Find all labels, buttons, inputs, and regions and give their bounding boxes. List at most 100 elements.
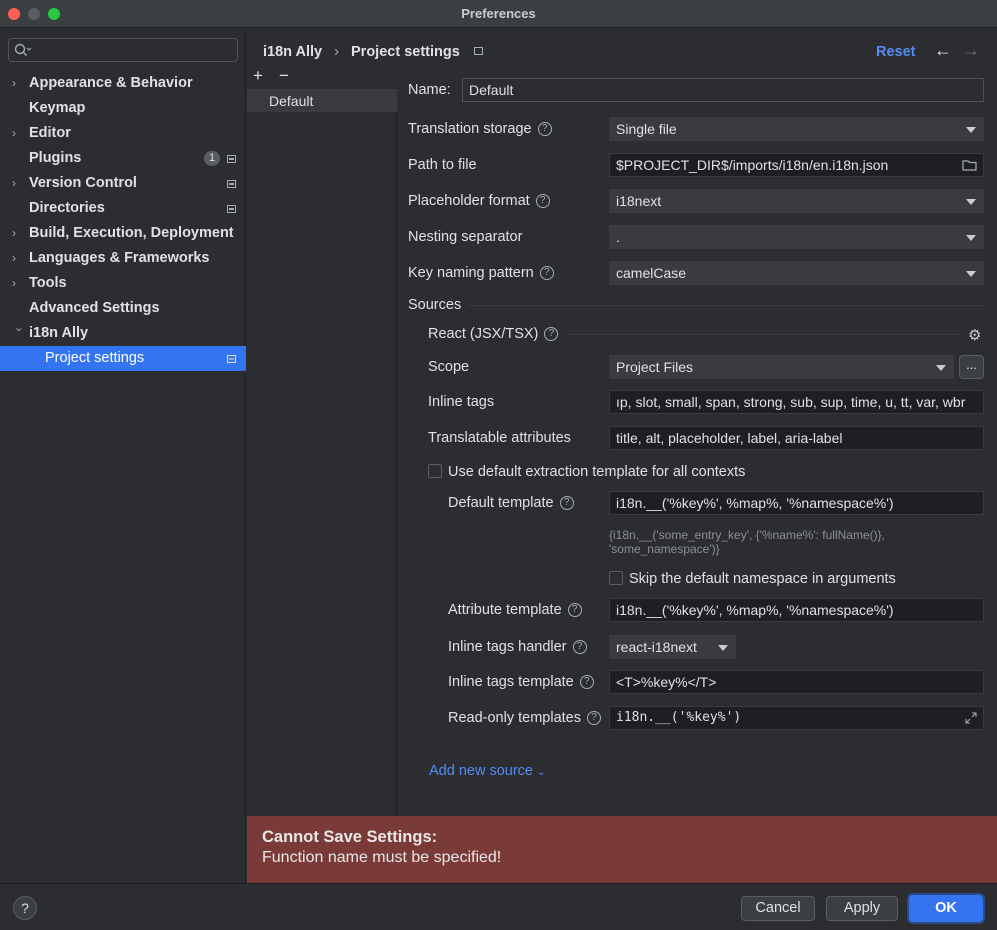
profiles-list xyxy=(247,88,397,816)
nesting-separator-label: Nesting separator xyxy=(408,229,523,245)
sidebar-item-label: Plugins xyxy=(29,150,82,166)
expand-icon[interactable] xyxy=(965,712,977,724)
sidebar-item-keymap[interactable]: Keymap xyxy=(0,96,246,121)
remove-profile-button[interactable]: − xyxy=(279,66,289,86)
chevron-down-icon: › xyxy=(12,327,27,332)
sidebar-item-version-control[interactable]: › Version Control xyxy=(0,171,246,196)
react-source-label: React (JSX/TSX)? xyxy=(428,326,559,342)
sidebar-item-directories[interactable]: Directories xyxy=(0,196,246,221)
footer: ? Cancel Apply OK xyxy=(0,883,997,930)
cancel-button[interactable]: Cancel xyxy=(741,896,815,921)
gear-icon[interactable]: ⚙ xyxy=(968,326,981,344)
scope-select[interactable]: Project Files xyxy=(609,355,954,379)
chevron-down-icon xyxy=(966,199,976,205)
sidebar-item-label: i18n Ally xyxy=(29,325,89,341)
breadcrumb-root: i18n Ally xyxy=(263,44,323,60)
key-naming-value: camelCase xyxy=(616,265,687,281)
sidebar-item-project-settings[interactable]: Project settings xyxy=(0,346,246,371)
sidebar-item-advanced[interactable]: Advanced Settings xyxy=(0,296,246,321)
sidebar-item-label: Keymap xyxy=(29,100,86,116)
placeholder-format-value: i18next xyxy=(616,193,662,209)
readonly-templates-field[interactable]: i18n.__('%key%') xyxy=(609,706,984,730)
help-icon[interactable]: ? xyxy=(567,603,582,618)
attribute-template-field[interactable]: i18n.__('%key%', %map%, '%namespace%') xyxy=(609,598,984,622)
name-field[interactable]: Default xyxy=(462,78,984,102)
project-level-icon xyxy=(227,155,236,163)
chevron-down-icon xyxy=(718,645,728,651)
help-icon[interactable]: ? xyxy=(579,675,594,690)
use-default-template-checkbox[interactable] xyxy=(428,464,442,478)
project-level-icon xyxy=(227,355,236,363)
key-naming-select[interactable]: camelCase xyxy=(609,261,984,285)
sidebar-item-label: Editor xyxy=(29,125,71,141)
help-icon[interactable]: ? xyxy=(544,327,559,342)
sources-divider xyxy=(468,305,984,306)
error-banner: Cannot Save Settings: Function name must… xyxy=(247,816,997,883)
reset-link[interactable]: Reset xyxy=(876,44,916,60)
skip-namespace-checkbox[interactable] xyxy=(609,571,623,585)
translation-storage-select[interactable]: Single file xyxy=(609,117,984,141)
folder-icon[interactable] xyxy=(962,159,977,171)
placeholder-format-select[interactable]: i18next xyxy=(609,189,984,213)
chevron-right-icon: › xyxy=(12,176,16,190)
attribute-template-label: Attribute template? xyxy=(448,602,582,618)
sidebar-item-i18n-ally[interactable]: › i18n Ally xyxy=(0,321,246,346)
sidebar-item-editor[interactable]: › Editor xyxy=(0,121,246,146)
inline-tags-field[interactable]: ıp, slot, small, span, strong, sub, sup,… xyxy=(609,390,984,414)
breadcrumb-current: Project settings xyxy=(351,44,460,60)
help-button[interactable]: ? xyxy=(13,896,37,920)
chevron-right-icon: › xyxy=(12,76,16,90)
error-title: Cannot Save Settings: xyxy=(262,828,438,846)
skip-namespace-label: Skip the default namespace in arguments xyxy=(629,571,896,587)
scope-more-button[interactable]: ... xyxy=(959,355,984,379)
translatable-attributes-field[interactable]: title, alt, placeholder, label, aria-lab… xyxy=(609,426,984,450)
arrow-left-icon[interactable]: ← xyxy=(934,40,952,61)
sidebar-item-label: Advanced Settings xyxy=(29,300,160,316)
sidebar-item-appearance[interactable]: › Appearance & Behavior xyxy=(0,71,246,96)
placeholder-format-label: Placeholder format? xyxy=(408,193,550,209)
breadcrumb: i18n Ally › Project settings xyxy=(263,44,483,60)
profile-item[interactable]: Default xyxy=(247,89,397,112)
sidebar-item-tools[interactable]: › Tools xyxy=(0,271,246,296)
translation-storage-label: Translation storage? xyxy=(408,121,552,137)
translation-storage-value: Single file xyxy=(616,121,677,137)
scope-label: Scope xyxy=(428,359,470,375)
add-source-link[interactable]: Add new source ⌄ xyxy=(429,763,545,779)
chevron-right-icon: › xyxy=(12,276,16,290)
default-template-field[interactable]: i18n.__('%key%', %map%, '%namespace%') xyxy=(609,491,984,515)
chevron-down-icon xyxy=(966,235,976,241)
sidebar-item-label: Tools xyxy=(29,275,67,291)
name-label: Name: xyxy=(408,82,451,98)
inline-template-field[interactable]: <T>%key%</T> xyxy=(609,670,984,694)
apply-button[interactable]: Apply xyxy=(826,896,898,921)
help-icon[interactable]: ? xyxy=(587,711,601,726)
sidebar-item-plugins[interactable]: Plugins 1 xyxy=(0,146,246,171)
nesting-separator-select[interactable]: . xyxy=(609,225,984,249)
default-template-label: Default template? xyxy=(448,495,574,511)
add-profile-button[interactable]: + xyxy=(253,66,263,86)
sidebar-item-build[interactable]: › Build, Execution, Deployment xyxy=(0,221,246,246)
project-level-icon xyxy=(227,180,236,188)
error-message: Function name must be specified! xyxy=(262,849,502,866)
help-icon[interactable]: ? xyxy=(572,640,587,655)
help-icon[interactable]: ? xyxy=(535,194,550,209)
ok-button[interactable]: OK xyxy=(909,895,983,922)
arrow-right-icon[interactable]: → xyxy=(962,40,980,61)
help-icon[interactable]: ? xyxy=(539,266,554,281)
key-naming-label: Key naming pattern? xyxy=(408,265,554,281)
breadcrumb-separator: › xyxy=(334,44,339,60)
path-value: $PROJECT_DIR$/imports/i18n/en.i18n.json xyxy=(616,157,889,173)
path-label: Path to file xyxy=(408,157,477,173)
sidebar-item-languages[interactable]: › Languages & Frameworks xyxy=(0,246,246,271)
help-icon[interactable]: ? xyxy=(537,122,552,137)
chevron-right-icon: › xyxy=(12,251,16,265)
search-input[interactable] xyxy=(8,38,238,62)
help-icon[interactable]: ? xyxy=(559,496,574,511)
update-count-badge: 1 xyxy=(204,151,220,166)
window-title: Preferences xyxy=(461,6,536,21)
sidebar-item-label: Appearance & Behavior xyxy=(29,75,193,91)
chevron-right-icon: › xyxy=(12,226,16,240)
sidebar-item-label: Version Control xyxy=(29,175,137,191)
path-field[interactable]: $PROJECT_DIR$/imports/i18n/en.i18n.json xyxy=(609,153,984,177)
inline-handler-select[interactable]: react-i18next xyxy=(609,635,736,659)
